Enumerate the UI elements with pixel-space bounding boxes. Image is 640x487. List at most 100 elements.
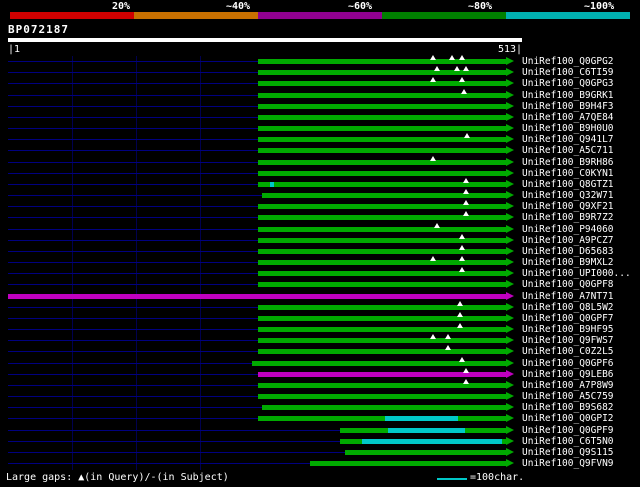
alignment-row-label[interactable]: UniRef100_A7QE84 [522,112,614,123]
alignment-row-label[interactable]: UniRef100_C6TI59 [522,67,614,78]
ruler-start-label: |1 [8,44,21,55]
alignment-row[interactable]: UniRef100_Q9LEB6 [0,367,640,380]
alignment-row-label[interactable]: UniRef100_C6T5N0 [522,436,614,447]
bar-arrow-icon [506,68,514,77]
alignment-row[interactable]: UniRef100_B9MXL2 [0,256,640,268]
alignment-row-label[interactable]: UniRef100_Q9LEB6 [522,369,614,380]
bar-arrow-icon [506,157,514,166]
gap-triangle-icon [463,66,469,72]
alignment-row[interactable]: UniRef100_B9HF95 [0,323,640,335]
alignment-row[interactable]: UniRef100_B9GRK1 [0,88,640,101]
bar-arrow-icon [506,425,514,434]
alignment-bar-segment [274,181,506,187]
alignment-row[interactable]: UniRef100_Q8GTZ1 [0,177,640,190]
lead-line [8,463,310,465]
alignment-row[interactable]: UniRef100_A9PCZ7 [0,233,640,246]
alignment-row[interactable]: UniRef100_Q32W71 [0,189,640,201]
alignment-row[interactable]: UniRef100_Q0GPF6 [0,356,640,369]
alignment-row-label[interactable]: UniRef100_Q0GPG2 [522,56,614,67]
alignment-row[interactable]: UniRef100_Q8L5W2 [0,300,640,313]
alignment-row[interactable]: UniRef100_C6T5N0 [0,436,640,447]
alignment-row-label[interactable]: UniRef100_B9RH86 [522,157,614,168]
alignment-row[interactable]: UniRef100_C6TI59 [0,66,640,78]
alignment-row-label[interactable]: UniRef100_Q0GPI2 [522,413,614,424]
lead-line [8,105,258,107]
alignment-row[interactable]: UniRef100_Q0GPI2 [0,413,640,424]
alignment-row[interactable]: UniRef100_Q9S115 [0,447,640,458]
alignment-bar-segment [362,438,502,444]
alignment-row[interactable]: UniRef100_A7QE84 [0,112,640,123]
scale-bar-segment [134,12,258,19]
alignment-bar-segment [262,405,506,411]
lead-line [8,94,258,96]
alignment-row[interactable]: UniRef100_Q9FVN9 [0,458,640,469]
alignment-row-label[interactable]: UniRef100_A5C711 [522,145,614,156]
alignment-row[interactable]: UniRef100_Q0GPF7 [0,311,640,324]
alignment-row[interactable]: UniRef100_A7P8W9 [0,378,640,391]
lead-line [8,139,258,141]
alignment-row[interactable]: UniRef100_Q0GPF9 [0,425,640,436]
alignment-row-label[interactable]: UniRef100_Q0GPF6 [522,358,614,369]
alignment-row-label[interactable]: UniRef100_A5C759 [522,391,614,402]
alignment-row-label[interactable]: UniRef100_B9H0U0 [522,123,614,134]
alignment-row[interactable]: UniRef100_C0KYN1 [0,168,640,179]
alignment-row[interactable]: UniRef100_B9H0U0 [0,123,640,134]
alignment-bar-segment [258,282,506,288]
alignment-row-label[interactable]: UniRef100_Q8GTZ1 [522,179,614,190]
alignment-row[interactable]: UniRef100_C0Z2L5 [0,345,640,357]
alignment-row[interactable]: UniRef100_Q9FWS7 [0,334,640,346]
alignment-row[interactable]: UniRef100_Q9XF21 [0,200,640,212]
alignment-row-label[interactable]: UniRef100_A7P8W9 [522,380,614,391]
alignment-row-label[interactable]: UniRef100_D65683 [522,246,614,257]
alignment-row-label[interactable]: UniRef100_B9GRK1 [522,90,614,101]
alignment-row[interactable]: UniRef100_Q941L7 [0,133,640,145]
alignment-row-label[interactable]: UniRef100_Q941L7 [522,134,614,145]
alignment-row[interactable]: UniRef100_B9H4F3 [0,101,640,112]
alignment-row[interactable]: UniRef100_B9RH86 [0,155,640,168]
alignment-row-label[interactable]: UniRef100_Q0GPF8 [522,279,614,290]
gap-triangle-icon [463,177,469,183]
query-bar [8,38,522,42]
alignment-row-label[interactable]: UniRef100_C0KYN1 [522,168,614,179]
alignment-row-label[interactable]: UniRef100_P94060 [522,224,614,235]
alignment-row-label[interactable]: UniRef100_B9MXL2 [522,257,614,268]
alignment-row-label[interactable]: UniRef100_C0Z2L5 [522,346,614,357]
alignment-bar-segment [8,293,506,299]
alignment-row[interactable]: UniRef100_Q0GPG3 [0,77,640,89]
alignment-row[interactable]: UniRef100_UPI000... [0,267,640,279]
alignment-bar-segment [458,416,506,422]
alignment-row-label[interactable]: UniRef100_B9H4F3 [522,101,614,112]
alignment-row-label[interactable]: UniRef100_Q0GPF7 [522,313,614,324]
alignment-row-label[interactable]: UniRef100_Q9FVN9 [522,458,614,469]
alignment-row[interactable]: UniRef100_Q0GPF8 [0,279,640,290]
alignment-row-label[interactable]: UniRef100_Q0GPG3 [522,78,614,89]
bar-arrow-icon [506,224,514,233]
alignment-row-label[interactable]: UniRef100_Q0GPF9 [522,425,614,436]
alignment-row[interactable]: UniRef100_B9R7Z2 [0,211,640,223]
alignment-row[interactable]: UniRef100_D65683 [0,244,640,257]
alignment-bar-segment [258,260,506,266]
bar-arrow-icon [506,101,514,110]
lead-line [8,329,258,331]
alignment-row[interactable]: UniRef100_P94060 [0,222,640,235]
alignment-row-label[interactable]: UniRef100_UPI000... [522,268,631,279]
alignment-row[interactable]: UniRef100_Q0GPG2 [0,55,640,67]
alignment-row[interactable]: UniRef100_A5C759 [0,391,640,402]
alignment-row-label[interactable]: UniRef100_Q9FWS7 [522,335,614,346]
alignment-row[interactable]: UniRef100_A7NT71 [0,291,640,302]
alignment-row[interactable]: UniRef100_A5C711 [0,145,640,156]
alignment-row-label[interactable]: UniRef100_A9PCZ7 [522,235,614,246]
alignment-row-label[interactable]: UniRef100_Q9XF21 [522,201,614,212]
lead-line [8,373,258,375]
alignment-row-label[interactable]: UniRef100_B9HF95 [522,324,614,335]
bar-arrow-icon [506,202,514,211]
alignment-row[interactable]: UniRef100_B9S682 [0,402,640,413]
alignment-row-label[interactable]: UniRef100_Q8L5W2 [522,302,614,313]
bar-arrow-icon [506,325,514,334]
alignment-row-label[interactable]: UniRef100_B9S682 [522,402,614,413]
alignment-row-label[interactable]: UniRef100_Q9S115 [522,447,614,458]
lead-line [8,317,258,319]
alignment-row-label[interactable]: UniRef100_B9R7Z2 [522,212,614,223]
alignment-row-label[interactable]: UniRef100_A7NT71 [522,291,614,302]
alignment-row-label[interactable]: UniRef100_Q32W71 [522,190,614,201]
